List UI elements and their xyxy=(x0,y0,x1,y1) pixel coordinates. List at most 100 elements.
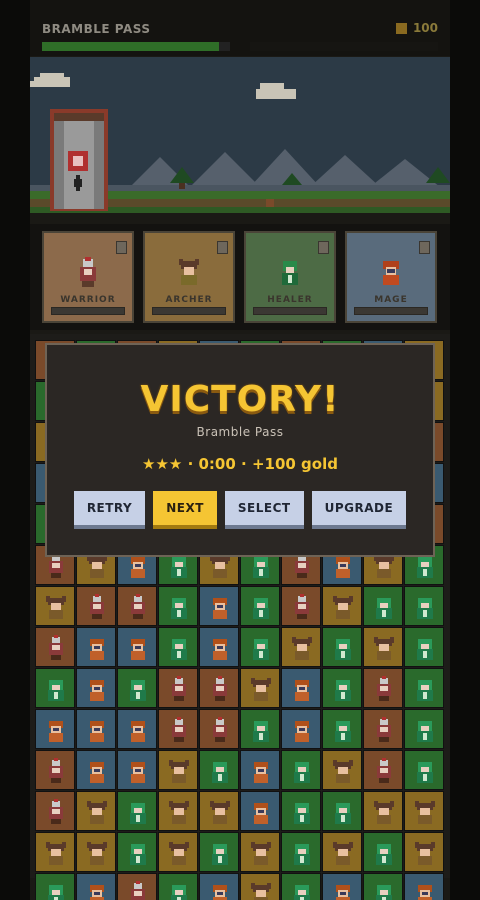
board-tile[interactable] xyxy=(240,627,280,667)
board-tile[interactable] xyxy=(35,709,75,749)
board-tile[interactable] xyxy=(240,586,280,626)
board-tile[interactable] xyxy=(404,586,444,626)
board-tile[interactable] xyxy=(117,873,157,900)
board-tile[interactable] xyxy=(322,627,362,667)
board-tile[interactable] xyxy=(322,668,362,708)
board-tile[interactable] xyxy=(117,750,157,790)
board-tile[interactable] xyxy=(76,668,116,708)
board-tile[interactable] xyxy=(404,709,444,749)
board-tile[interactable] xyxy=(117,709,157,749)
board-tile[interactable] xyxy=(199,709,239,749)
hero-card-warrior[interactable]: WARRIOR xyxy=(42,231,134,323)
board-tile[interactable] xyxy=(322,832,362,872)
board-tile[interactable] xyxy=(322,586,362,626)
board-tile[interactable] xyxy=(240,668,280,708)
board-tile[interactable] xyxy=(76,791,116,831)
board-tile[interactable] xyxy=(363,668,403,708)
board-tile[interactable] xyxy=(281,750,321,790)
board-tile[interactable] xyxy=(117,832,157,872)
board-tile[interactable] xyxy=(76,832,116,872)
healer-tile-icon xyxy=(335,721,351,742)
warrior-tile-icon xyxy=(377,676,391,701)
board-tile[interactable] xyxy=(117,627,157,667)
board-tile[interactable] xyxy=(35,791,75,831)
board-tile[interactable] xyxy=(35,668,75,708)
board-tile[interactable] xyxy=(363,832,403,872)
board-tile[interactable] xyxy=(35,586,75,626)
healer-tile-icon xyxy=(253,598,269,619)
board-tile[interactable] xyxy=(363,709,403,749)
board-tile[interactable] xyxy=(76,627,116,667)
board-tile[interactable] xyxy=(158,586,198,626)
board-tile[interactable] xyxy=(240,791,280,831)
warrior-tile-icon xyxy=(90,594,104,619)
board-tile[interactable] xyxy=(158,873,198,900)
board-tile[interactable] xyxy=(281,832,321,872)
board-tile[interactable] xyxy=(322,750,362,790)
board-tile[interactable] xyxy=(35,873,75,900)
board-tile[interactable] xyxy=(240,750,280,790)
board-tile[interactable] xyxy=(158,750,198,790)
board-tile[interactable] xyxy=(281,586,321,626)
upgrade-button[interactable]: UPGRADE xyxy=(311,491,407,529)
board-tile[interactable] xyxy=(281,668,321,708)
board-tile[interactable] xyxy=(363,627,403,667)
board-tile[interactable] xyxy=(363,586,403,626)
board-tile[interactable] xyxy=(199,750,239,790)
board-tile[interactable] xyxy=(199,873,239,900)
mage-tile-icon xyxy=(131,721,145,742)
board-tile[interactable] xyxy=(199,668,239,708)
board-tile[interactable] xyxy=(158,832,198,872)
board-tile[interactable] xyxy=(199,627,239,667)
board-tile[interactable] xyxy=(158,668,198,708)
board-tile[interactable] xyxy=(281,627,321,667)
board-tile[interactable] xyxy=(240,832,280,872)
board-tile[interactable] xyxy=(117,668,157,708)
healer-tile-icon xyxy=(130,803,146,824)
board-tile[interactable] xyxy=(322,791,362,831)
board-tile[interactable] xyxy=(199,791,239,831)
board-tile[interactable] xyxy=(199,586,239,626)
board-tile[interactable] xyxy=(240,873,280,900)
hero-card-mage[interactable]: MAGE xyxy=(345,231,437,323)
healer-tile-icon xyxy=(294,762,310,783)
board-tile[interactable] xyxy=(322,709,362,749)
board-tile[interactable] xyxy=(76,586,116,626)
board-tile[interactable] xyxy=(76,873,116,900)
board-tile[interactable] xyxy=(281,791,321,831)
board-tile[interactable] xyxy=(404,668,444,708)
board-tile[interactable] xyxy=(363,873,403,900)
healer-tile-icon xyxy=(171,885,187,900)
retry-button[interactable]: RETRY xyxy=(73,491,146,529)
board-tile[interactable] xyxy=(35,750,75,790)
board-tile[interactable] xyxy=(35,832,75,872)
board-tile[interactable] xyxy=(76,709,116,749)
next-button[interactable]: NEXT xyxy=(153,491,217,529)
lock-icon xyxy=(116,241,127,254)
board-tile[interactable] xyxy=(363,791,403,831)
board-tile[interactable] xyxy=(281,709,321,749)
hero-card-healer[interactable]: HEALER xyxy=(244,231,336,323)
board-tile[interactable] xyxy=(404,873,444,900)
board-tile[interactable] xyxy=(117,586,157,626)
board-tile[interactable] xyxy=(158,709,198,749)
board-tile[interactable] xyxy=(76,750,116,790)
board-tile[interactable] xyxy=(404,832,444,872)
board-tile[interactable] xyxy=(158,627,198,667)
hero-card-archer[interactable]: ARCHER xyxy=(143,231,235,323)
board-tile[interactable] xyxy=(35,627,75,667)
warrior-tile-icon xyxy=(131,594,145,619)
board-tile[interactable] xyxy=(363,750,403,790)
select-button[interactable]: SELECT xyxy=(224,491,304,529)
board-tile[interactable] xyxy=(158,791,198,831)
board-tile[interactable] xyxy=(117,791,157,831)
hero-selection-row: WARRIOR ARCHER HEALER MAGE xyxy=(30,224,450,330)
board-tile[interactable] xyxy=(404,627,444,667)
board-tile[interactable] xyxy=(404,750,444,790)
cloud-icon xyxy=(30,73,296,99)
board-tile[interactable] xyxy=(199,832,239,872)
board-tile[interactable] xyxy=(240,709,280,749)
board-tile[interactable] xyxy=(322,873,362,900)
board-tile[interactable] xyxy=(404,791,444,831)
board-tile[interactable] xyxy=(281,873,321,900)
